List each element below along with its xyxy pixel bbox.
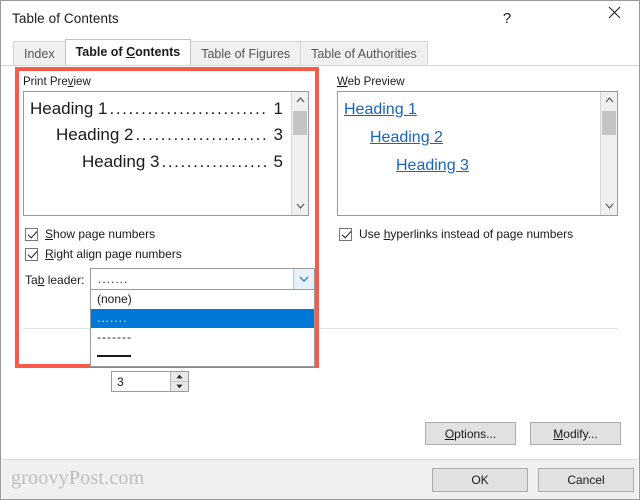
tab-index[interactable]: Index [13,41,66,65]
tab-leader-option-dots[interactable]: ....... [91,309,314,328]
cancel-button-label: Cancel [567,473,605,487]
web-preview-label-accel: W [337,76,348,88]
close-icon[interactable] [600,6,628,31]
tab-leader-label: Tab leader: [25,273,84,287]
tab-table-of-contents-accel: C [126,45,136,59]
checkbox-right-align-page-numbers[interactable]: Right align page numbers [25,247,182,261]
tab-leader-option-solid-line[interactable] [91,347,314,366]
print-preview-label-pre: Print Pre [23,76,68,88]
tab-leader-option-none[interactable]: (none) [91,290,314,309]
web-preview-box: Heading 1 Heading 2 Heading 3 [337,91,618,216]
web-preview-link[interactable]: Heading 1 [344,96,592,124]
chevron-down-icon[interactable] [293,269,314,289]
options-button[interactable]: Options... [425,422,516,445]
checkbox-show-page-numbers-label: Show page numbers [45,227,155,241]
checkbox-use-hyperlinks[interactable]: Use hyperlinks instead of page numbers [339,227,573,241]
web-preview-scrollbar[interactable] [600,92,617,215]
modify-button-label: Modify... [553,427,597,441]
ok-button[interactable]: OK [432,468,528,492]
print-preview-row: Heading 3 ......................... 5 [30,149,283,175]
watermark: groovyPost.com [11,467,145,489]
title-bar: Table of Contents ? [1,1,639,36]
triangle-up-icon[interactable] [171,372,188,382]
web-preview-label: Web Preview [337,76,405,88]
print-preview-scrollbar[interactable] [291,92,308,215]
web-preview-label-post: eb Preview [347,76,405,88]
checkbox-show-page-numbers[interactable]: Show page numbers [25,227,155,241]
scrollbar-thumb[interactable] [602,111,616,135]
print-preview-row: Heading 2 ..............................… [30,122,283,148]
checkmark-icon [339,227,352,241]
print-preview-label: Print Preview [23,76,91,88]
modify-button-text: odify... [563,426,598,441]
options-button-text: ptions... [454,426,497,441]
checkbox-right-align-text: ight align page numbers [53,247,182,261]
chevron-up-icon[interactable] [601,92,617,109]
tab-leader-option-dashes[interactable]: ------- [91,328,314,347]
cancel-button[interactable]: Cancel [538,468,634,492]
print-preview-label-post: iew [73,76,91,88]
web-preview-link[interactable]: Heading 2 [344,124,592,152]
web-preview-link[interactable]: Heading 3 [344,152,592,180]
checkmark-icon [25,247,38,261]
tab-table-of-contents-label-post: ontents [135,45,181,59]
tab-leader-dropdown-list[interactable]: (none) ....... ------- [90,290,315,367]
tab-leader-label-post: leader: [44,273,85,287]
tab-leader-label-pre: Ta [25,273,38,287]
print-preview-page-number: 5 [273,151,283,171]
tab-table-of-authorities[interactable]: Table of Authorities [300,41,428,65]
checkbox-right-align-label: Right align page numbers [45,247,182,261]
tab-table-of-contents-label-pre: Table of [75,45,127,59]
print-preview-page-number: 3 [273,125,283,145]
triangle-down-icon[interactable] [171,381,188,391]
scrollbar-thumb[interactable] [293,111,307,135]
checkbox-right-align-accel: R [45,247,54,261]
print-preview-tab-leader: ............................... [135,125,269,145]
dialog-title: Table of Contents [12,11,119,26]
solid-line-icon [97,355,131,357]
web-preview-content: Heading 1 Heading 2 Heading 3 [338,92,600,215]
options-button-accel: O [444,426,455,441]
modify-button[interactable]: Modify... [530,422,621,445]
print-preview-box: Heading 1 ..............................… [23,91,309,216]
chevron-down-icon[interactable] [292,198,308,215]
checkbox-use-hyperlinks-text: yperlinks instead of page numbers [390,227,574,241]
modify-button-accel: M [553,426,564,441]
tab-table-of-contents[interactable]: Table of Contents [64,39,192,65]
tab-index-label: Index [24,47,55,61]
ok-button-label: OK [471,473,489,487]
checkbox-show-page-numbers-accel: S [45,227,54,241]
help-icon[interactable]: ? [493,6,521,31]
print-preview-heading-text: Heading 2 [56,125,134,145]
chevron-up-icon[interactable] [292,92,308,109]
print-preview-heading-text: Heading 1 [30,99,108,118]
options-button-label: Options... [445,427,496,441]
checkbox-use-hyperlinks-label: Use hyperlinks instead of page numbers [359,227,573,241]
tab-table-of-authorities-label: Table of Authorities [311,47,417,61]
print-preview-tab-leader: ................................... [109,99,269,118]
show-levels-spinner[interactable]: 3 [111,371,189,392]
table-of-contents-dialog: Table of Contents ? Index Table of Conte… [0,0,640,500]
print-preview-row: Heading 1 ..............................… [30,96,283,122]
show-levels-value: 3 [117,375,124,389]
tab-table-of-figures-label: Table of Figures [201,47,291,61]
print-preview-content: Heading 1 ..............................… [24,92,291,215]
tab-table-of-figures[interactable]: Table of Figures [190,41,302,65]
checkbox-use-hyperlinks-pre: Use [359,227,384,241]
tab-leader-combobox[interactable]: ....... [90,268,315,290]
tab-strip: Index Table of Contents Table of Figures… [13,39,428,65]
chevron-down-icon[interactable] [601,198,617,215]
print-preview-heading-text: Heading 3 [82,151,160,171]
checkmark-icon [25,227,38,241]
tab-leader-selected-value: ....... [98,272,129,286]
print-preview-page-number: 1 [273,99,283,118]
print-preview-tab-leader: ......................... [161,151,269,171]
checkbox-show-page-numbers-text: how page numbers [53,227,156,241]
spinner-buttons [170,372,188,391]
